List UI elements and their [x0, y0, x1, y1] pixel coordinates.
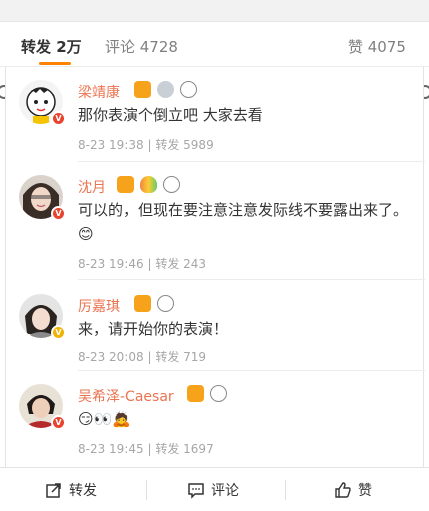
verified-badge: V [51, 325, 66, 340]
like-button[interactable]: 赞 [334, 480, 372, 500]
panda-icon [163, 176, 181, 193]
comment-text: 可以的，但现在要注意注意发际线不要露出来了。 😊 [78, 198, 408, 246]
user-badges [134, 81, 198, 99]
smile-emoji: 😊 [78, 225, 94, 243]
crown-badge-icon [117, 176, 134, 193]
panda-icon [210, 385, 228, 402]
commenter-name[interactable]: 厉嘉琪 [78, 296, 120, 316]
user-badges [117, 176, 181, 194]
action-separator [146, 480, 147, 500]
share-icon [46, 483, 61, 498]
comment-button[interactable]: 评论 [187, 480, 239, 500]
meta-separator: | [147, 442, 152, 456]
comment-text-body: 可以的，但现在要注意注意发际线不要露出来了。 [78, 201, 409, 219]
commenter-name[interactable]: 梁靖康 [78, 82, 120, 102]
comment-label: 评论 [211, 483, 239, 499]
repost-count[interactable]: 转发 719 [155, 350, 206, 364]
comment-meta: 8-23 19:46 | 转发 243 [78, 255, 206, 272]
user-badges [187, 385, 228, 403]
list-item[interactable]: V 厉嘉琪 来，请开始你的表演！ 8-23 20:08 | 转发 719 [6, 294, 425, 369]
comment-text: 来，请开始你的表演！ [78, 320, 229, 338]
comment-time: 8-23 19:45 [78, 442, 144, 456]
verified-badge: V [51, 415, 66, 430]
comment-meta: 8-23 19:45 | 转发 1697 [78, 440, 214, 457]
meta-separator: | [147, 138, 152, 152]
comment-time: 8-23 19:38 [78, 138, 144, 152]
crown-badge-icon [134, 295, 151, 312]
commenter-name[interactable]: 沈月 [78, 177, 106, 197]
repost-label: 转发 [69, 483, 97, 499]
user-badges [134, 295, 175, 313]
comment-time: 8-23 20:08 [78, 350, 144, 364]
balloon-icon [140, 176, 158, 193]
commenter-name[interactable]: 吴希泽-Caesar [78, 386, 174, 406]
tab-comments[interactable]: 评论 4728 [105, 36, 178, 57]
tab-reposts[interactable]: 转发 2万 [21, 36, 82, 57]
panda-icon [180, 81, 198, 98]
action-separator [285, 480, 286, 500]
crown-badge-icon [134, 81, 151, 98]
active-tab-indicator [39, 62, 71, 65]
comment-icon [188, 483, 204, 499]
thumbs-up-icon [335, 482, 351, 498]
list-item[interactable]: V 吴希泽-Caesar 😏👀🙇 8-23 19:45 | 转发 1697 [6, 384, 425, 464]
divider [78, 161, 425, 162]
repost-count[interactable]: 转发 5989 [155, 138, 213, 152]
meta-separator: | [147, 350, 152, 364]
tab-bar: 转发 2万 评论 4728 赞 4075 [0, 22, 429, 67]
repost-button[interactable]: 转发 [45, 480, 97, 500]
meta-separator: | [147, 257, 152, 271]
repost-list: V 梁靖康 那你表演个倒立吧 大家去看 8-23 19:38 | 转发 5989… [5, 67, 425, 511]
divider [78, 370, 425, 371]
comment-text: 那你表演个倒立吧 大家去看 [78, 106, 263, 124]
repost-count[interactable]: 转发 1697 [155, 442, 213, 456]
verified-badge: V [51, 206, 66, 221]
list-item[interactable]: V 梁靖康 那你表演个倒立吧 大家去看 8-23 19:38 | 转发 5989 [6, 80, 425, 160]
like-label: 赞 [358, 483, 372, 499]
comment-meta: 8-23 19:38 | 转发 5989 [78, 136, 214, 153]
top-strip [0, 0, 429, 22]
crown-badge-icon [187, 385, 204, 402]
comment-emojis: 😏👀🙇 [78, 410, 131, 428]
divider [78, 279, 425, 280]
medal-icon [157, 81, 175, 98]
list-item[interactable]: V 沈月 可以的，但现在要注意注意发际线不要露出来了。 😊 8-23 19:46… [6, 175, 425, 275]
repost-count[interactable]: 转发 243 [155, 257, 206, 271]
comment-time: 8-23 19:46 [78, 257, 144, 271]
comment-meta: 8-23 20:08 | 转发 719 [78, 348, 206, 365]
action-bar: 转发 评论 赞 [0, 467, 429, 511]
tab-likes[interactable]: 赞 4075 [348, 36, 406, 57]
verified-badge: V [51, 111, 66, 126]
panda-icon [157, 295, 175, 312]
